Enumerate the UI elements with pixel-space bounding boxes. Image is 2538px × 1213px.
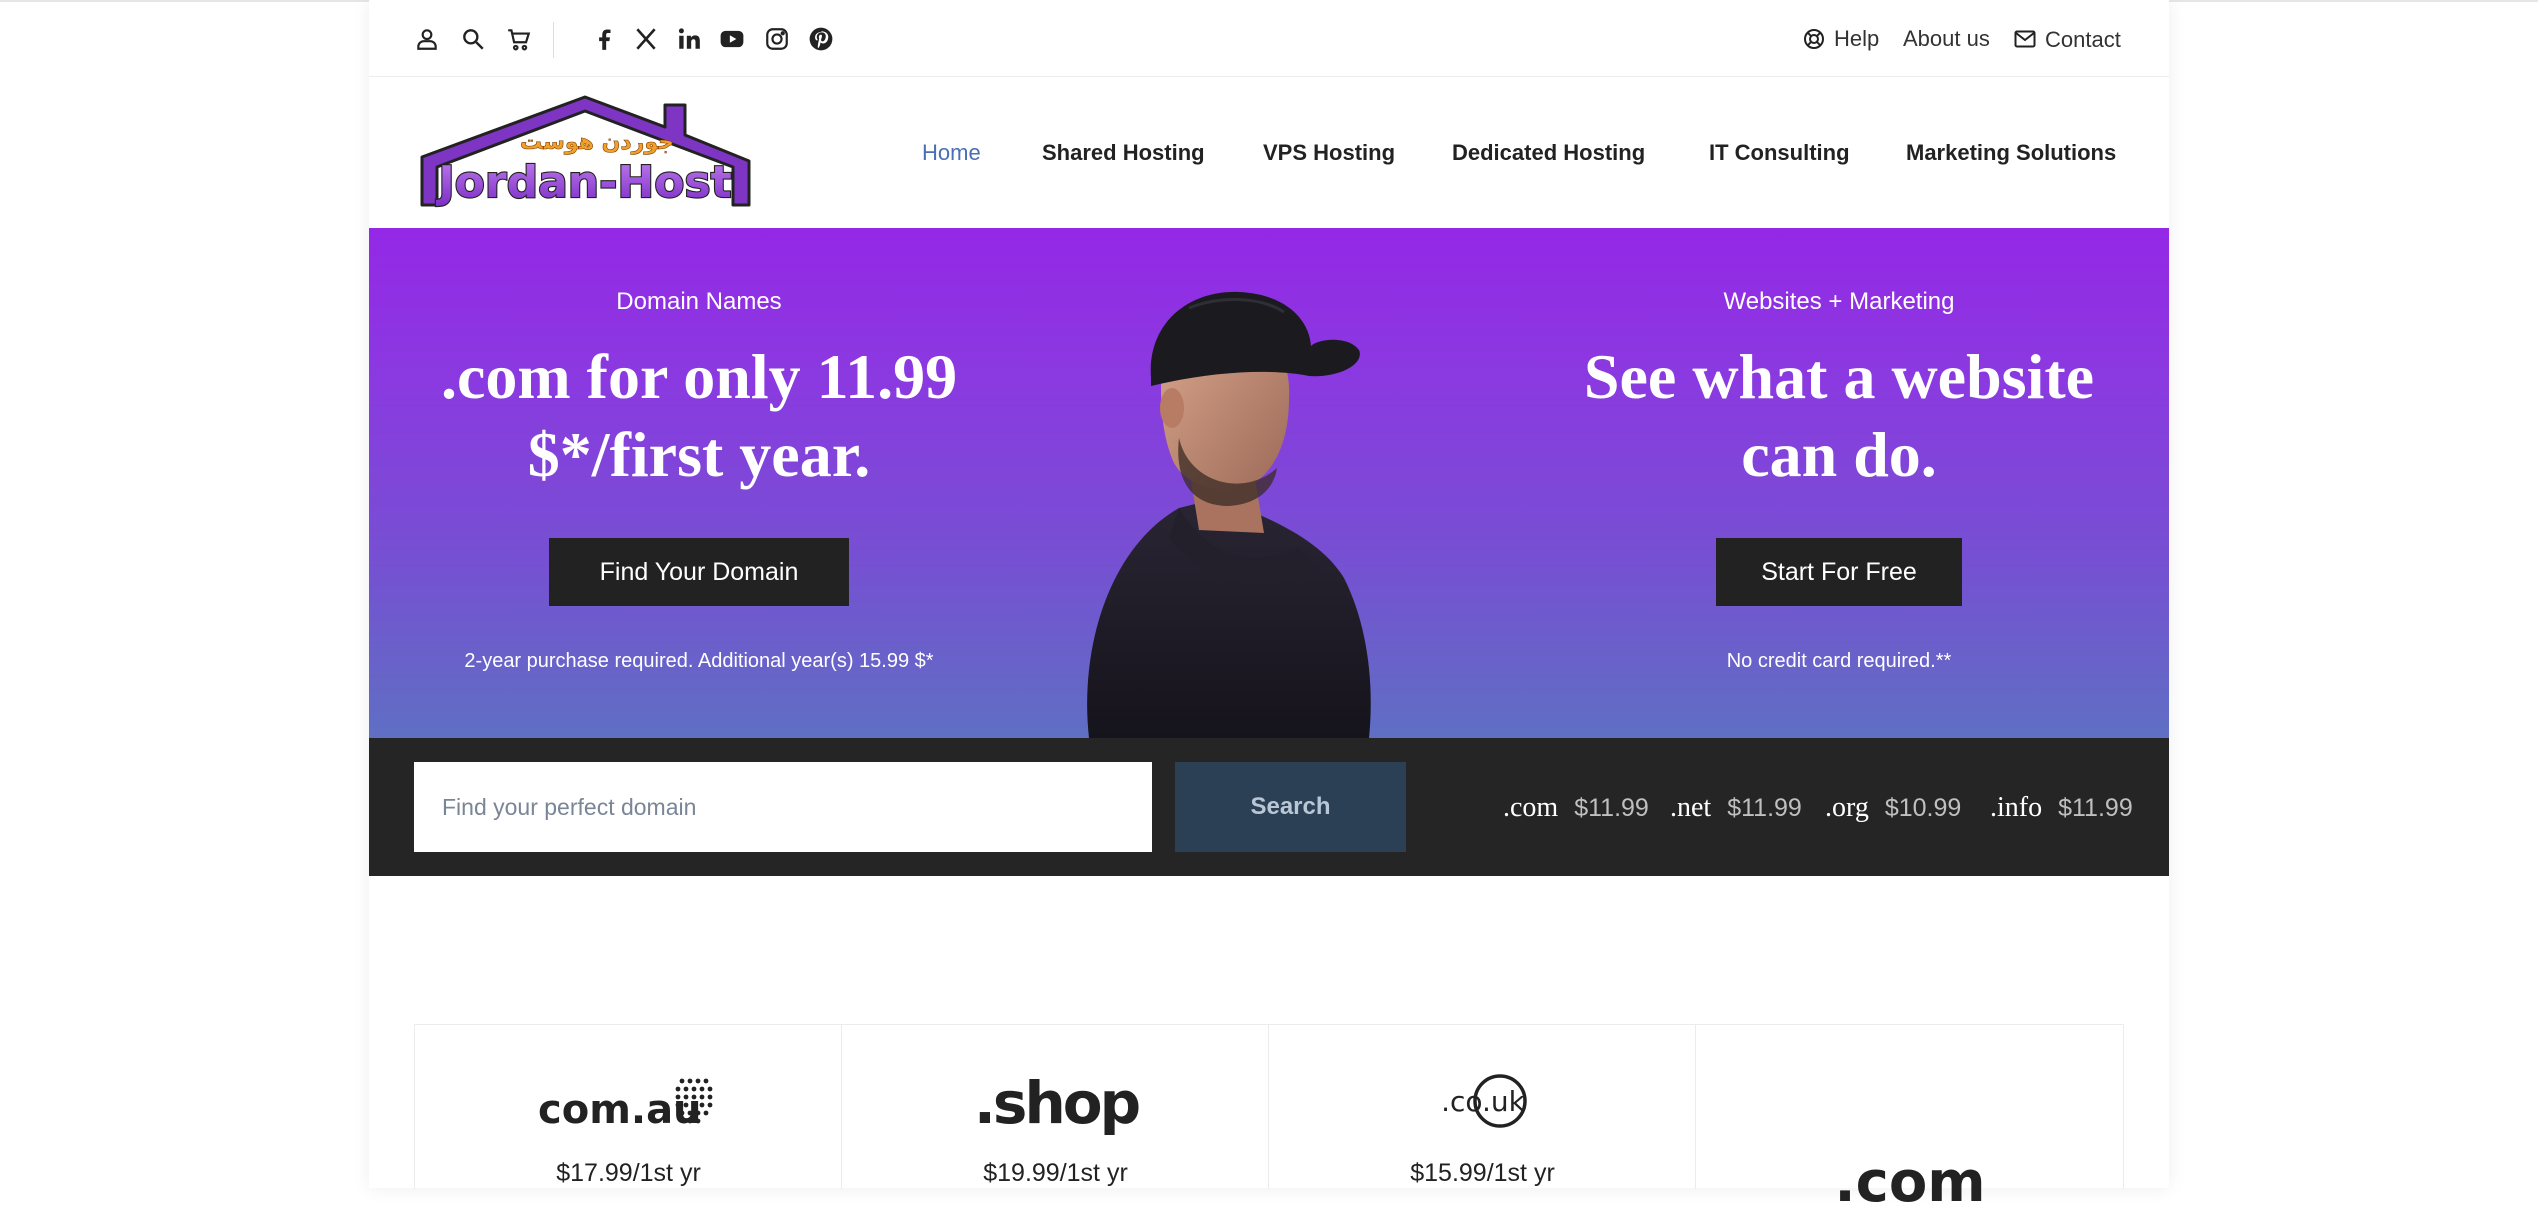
com-au-logo-text: com.au bbox=[538, 1087, 702, 1133]
tld-price: $11.99 bbox=[1574, 794, 1649, 822]
domain-search-input[interactable] bbox=[414, 762, 1152, 852]
facebook-icon[interactable] bbox=[591, 26, 617, 52]
shop-logo-text: .shop bbox=[973, 1069, 1138, 1137]
x-icon[interactable] bbox=[633, 26, 659, 52]
tld-price-com[interactable]: .com $11.99 bbox=[1503, 792, 1649, 824]
about-us-label: About us bbox=[1903, 26, 1990, 51]
domain-cards: com.au $17.99/1st yr .shop $19.99/1st yr… bbox=[414, 1024, 2124, 1213]
youtube-icon[interactable] bbox=[719, 26, 745, 52]
contact-label: Contact bbox=[2045, 27, 2121, 52]
domain-card-price: $17.99/1st yr bbox=[556, 1159, 701, 1187]
domain-card-shop[interactable]: .shop $19.99/1st yr bbox=[841, 1025, 1269, 1189]
hero-person-image bbox=[1087, 291, 1371, 738]
start-for-free-button[interactable]: Start For Free bbox=[1716, 538, 1962, 606]
linkedin-icon[interactable] bbox=[676, 26, 702, 52]
domain-card-price: $19.99/1st yr bbox=[983, 1159, 1128, 1187]
instagram-icon[interactable] bbox=[764, 26, 790, 52]
tld-name: .com bbox=[1503, 792, 1559, 823]
domain-card-co-uk[interactable]: .co.uk $15.99/1st yr bbox=[1268, 1025, 1696, 1189]
hero-banner: Domain Names .com for only 11.99 $*/firs… bbox=[369, 228, 2169, 738]
pinterest-icon[interactable] bbox=[808, 26, 834, 52]
cart-icon[interactable] bbox=[506, 26, 532, 52]
nav-marketing-solutions[interactable]: Marketing Solutions bbox=[1906, 140, 2116, 166]
mail-icon bbox=[2014, 30, 2036, 47]
nav-dedicated-hosting[interactable]: Dedicated Hosting bbox=[1452, 140, 1645, 166]
domain-search-bar: Search .com $11.99 .net $11.99 .org $10.… bbox=[369, 738, 2169, 876]
nav-it-consulting[interactable]: IT Consulting bbox=[1709, 140, 1850, 166]
domain-search-button[interactable]: Search bbox=[1175, 762, 1406, 852]
shop-logo: .shop bbox=[842, 1067, 1269, 1137]
utility-bar: Help About us Contact bbox=[369, 0, 2169, 77]
nav-vps-hosting[interactable]: VPS Hosting bbox=[1263, 140, 1395, 166]
tld-price-info[interactable]: .info $11.99 bbox=[1990, 792, 2133, 824]
domain-card-com-au[interactable]: com.au $17.99/1st yr bbox=[414, 1025, 842, 1189]
tld-price: $11.99 bbox=[2058, 794, 2133, 822]
co-uk-logo-text: .co.uk bbox=[1441, 1085, 1526, 1118]
hero-website-note: No credit card required.** bbox=[1726, 650, 1952, 672]
about-us-link[interactable]: About us bbox=[1903, 26, 1990, 52]
tld-name: .info bbox=[1990, 792, 2043, 823]
tld-price: $11.99 bbox=[1727, 794, 1802, 822]
nav-home[interactable]: Home bbox=[922, 140, 981, 166]
hero-domain-title: .com for only 11.99 $*/first year. bbox=[440, 341, 958, 490]
co-uk-logo: .co.uk bbox=[1269, 1067, 1696, 1137]
site-logo[interactable]: جوردن هوست Jordan-Host bbox=[417, 93, 757, 215]
tld-price-org[interactable]: .org $10.99 bbox=[1825, 792, 1961, 824]
help-link[interactable]: Help bbox=[1802, 26, 1879, 52]
search-icon[interactable] bbox=[460, 26, 486, 52]
tld-price-net[interactable]: .net $11.99 bbox=[1670, 792, 1802, 824]
hero-website-eyebrow: Websites + Marketing bbox=[1723, 288, 1955, 315]
hero-website-title: See what a website can do. bbox=[1583, 341, 2095, 490]
logo-name-text: Jordan-Host bbox=[435, 157, 731, 208]
contact-link[interactable]: Contact bbox=[2013, 24, 2121, 53]
com-logo: .com bbox=[1696, 1143, 2123, 1213]
main-header: جوردن هوست Jordan-Host Home Shared Hosti… bbox=[369, 77, 2169, 227]
find-domain-button[interactable]: Find Your Domain bbox=[549, 538, 849, 606]
com-au-logo: com.au bbox=[415, 1067, 842, 1137]
hero-domain-eyebrow: Domain Names bbox=[616, 288, 782, 315]
tld-name: .org bbox=[1825, 792, 1869, 823]
domain-card-com[interactable]: .com bbox=[1695, 1025, 2124, 1213]
hero-domain-note: 2-year purchase required. Additional yea… bbox=[464, 650, 934, 672]
domain-card-price: $15.99/1st yr bbox=[1410, 1159, 1555, 1187]
logo-arabic-text: جوردن هوست bbox=[520, 130, 674, 155]
utility-divider bbox=[553, 22, 554, 58]
lifebuoy-icon bbox=[1804, 29, 1824, 49]
tld-price: $10.99 bbox=[1884, 794, 1962, 822]
tld-name: .net bbox=[1670, 792, 1712, 823]
page-container: Help About us Contact جوردن هوست Jordan-… bbox=[369, 0, 2169, 1213]
nav-shared-hosting[interactable]: Shared Hosting bbox=[1042, 140, 1205, 166]
user-icon[interactable] bbox=[414, 26, 440, 52]
com-logo-text: .com bbox=[1834, 1150, 1985, 1213]
help-label: Help bbox=[1834, 26, 1880, 51]
